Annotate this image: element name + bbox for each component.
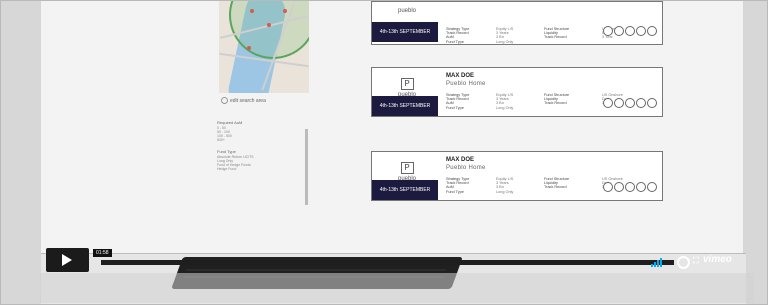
phone-icon[interactable] xyxy=(625,182,635,192)
card-labels: Fund Structure Liquidity Track Record xyxy=(544,93,570,106)
pueblo-logo: Ppueblo xyxy=(397,78,417,98)
share-icon[interactable] xyxy=(647,182,657,192)
video-player-frame: edit search area Required AuM 0 - 50 50 … xyxy=(0,0,768,305)
card-labels: Strategy Type Track Record AuM Fund Type xyxy=(446,177,470,194)
card-icon-row xyxy=(602,23,657,41)
card-labels: Strategy Type Track Record AuM Fund Type xyxy=(446,27,470,44)
message-icon[interactable] xyxy=(614,98,624,108)
profile-icon[interactable] xyxy=(603,182,613,192)
card-icon-row xyxy=(602,179,657,197)
map-pin-icon[interactable] xyxy=(283,9,287,13)
profile-icon[interactable] xyxy=(603,98,613,108)
fund-type-heading: Fund Type xyxy=(217,149,236,154)
card-icon-row xyxy=(602,95,657,113)
settings-icon[interactable] xyxy=(677,256,690,269)
time-display: 01:58 xyxy=(93,249,112,257)
result-card[interactable]: pueblo 4th-13th SEPTEMBER Strategy Type T… xyxy=(371,1,663,45)
share-icon[interactable] xyxy=(647,98,657,108)
message-icon[interactable] xyxy=(614,182,624,192)
play-button[interactable] xyxy=(46,248,89,272)
profile-icon[interactable] xyxy=(603,26,613,36)
filter-panel: Required AuM 0 - 50 50 - 100 100 - 500 5… xyxy=(217,119,309,209)
progress-bar[interactable] xyxy=(101,260,674,265)
fullscreen-icon[interactable]: ⛶ xyxy=(693,256,699,266)
pueblo-logo: Ppueblo xyxy=(397,162,417,182)
date-badge: 4th-13th SEPTEMBER xyxy=(372,96,438,116)
home-name: Pueblo Home xyxy=(446,165,486,171)
card-labels: Fund Structure Liquidity Track Record xyxy=(544,177,570,190)
volume-icon[interactable] xyxy=(651,255,667,267)
card-values: Equity L/S 3 Years 3 Bn Long Only xyxy=(496,93,514,110)
aum-filter-option[interactable]: 500+ xyxy=(217,138,309,142)
edit-search-area-label: edit search area xyxy=(230,97,266,104)
card-values: Equity L/S 3 Years 3 Bn Long Only xyxy=(496,27,514,44)
date-badge: 4th-13th SEPTEMBER xyxy=(372,22,438,42)
date-badge: 4th-13th SEPTEMBER xyxy=(372,180,438,200)
card-labels: Fund Structure Liquidity Track Record xyxy=(544,27,570,40)
result-card[interactable]: Ppueblo 4th-13th SEPTEMBER MAX DOE Puebl… xyxy=(371,67,663,117)
phone-icon[interactable] xyxy=(625,98,635,108)
message-icon[interactable] xyxy=(614,26,624,36)
video-controls: 01:58 ⛶ vimeo xyxy=(41,245,760,273)
location-pin-icon xyxy=(221,97,228,104)
laptop-screen: edit search area Required AuM 0 - 50 50 … xyxy=(41,1,743,253)
calendar-icon[interactable] xyxy=(636,26,646,36)
map-pin-icon[interactable] xyxy=(267,23,271,27)
bottom-shadow xyxy=(40,273,754,303)
edit-search-area-link[interactable]: edit search area xyxy=(221,97,266,104)
person-name: MAX DOE xyxy=(446,157,475,163)
person-name: MAX DOE xyxy=(446,73,475,79)
vimeo-logo[interactable]: vimeo xyxy=(703,254,732,265)
result-card[interactable]: Ppueblo 4th-13th SEPTEMBER MAX DOE Puebl… xyxy=(371,151,663,201)
share-icon[interactable] xyxy=(647,26,657,36)
map-view[interactable] xyxy=(219,1,309,93)
map-pin-icon[interactable] xyxy=(247,46,251,50)
fund-type-option[interactable]: Hedge Fund xyxy=(217,167,309,171)
card-values: Equity L/S 3 Years 3 Bn Long Only xyxy=(496,177,514,194)
home-name: Pueblo Home xyxy=(446,81,486,87)
map-pin-icon[interactable] xyxy=(250,9,254,13)
aum-filter-heading: Required AuM xyxy=(217,120,243,125)
calendar-icon[interactable] xyxy=(636,182,646,192)
calendar-icon[interactable] xyxy=(636,98,646,108)
phone-icon[interactable] xyxy=(625,26,635,36)
card-labels: Strategy Type Track Record AuM Fund Type xyxy=(446,93,470,110)
filter-scrollbar[interactable] xyxy=(305,129,308,205)
